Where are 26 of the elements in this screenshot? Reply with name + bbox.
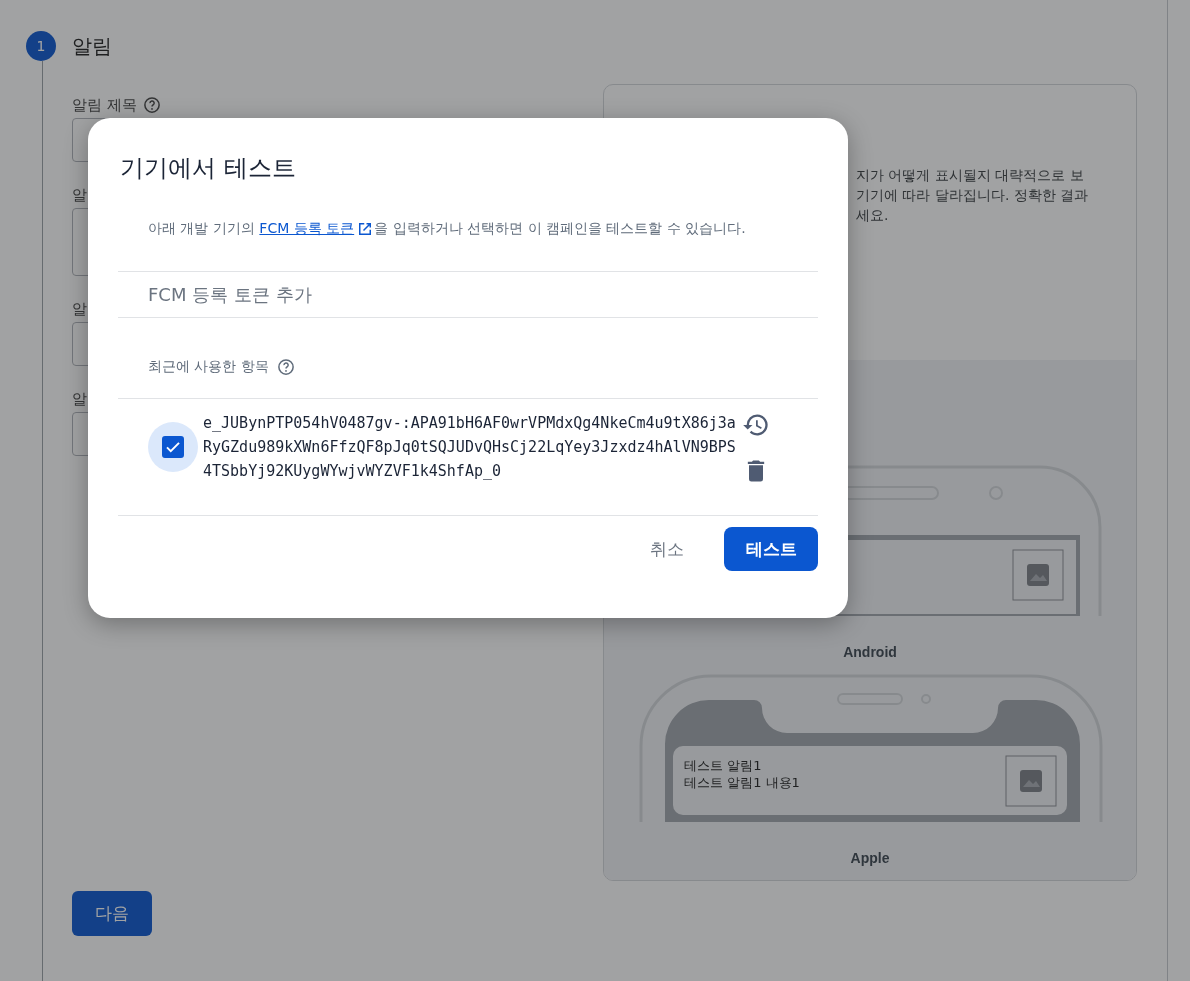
step-title: 알림 xyxy=(72,32,112,60)
dialog-description: 아래 개발 기기의 FCM 등록 토큰 을 입력하거나 선택하면 이 캠페인을 테스트할 수 있습니다. xyxy=(148,220,746,238)
preview-description: 지가 어떻게 표시될지 대략적으로 보 xyxy=(856,166,1085,185)
field-label: 알 xyxy=(72,299,87,319)
test-button[interactable]: 테스트 xyxy=(724,527,818,571)
token-text: e_JUBynPTP054hV0487gv-:APA91bH6AF0wrVPMdxQg4NkeCm4u9tX86j3a RyGZdu989kXWn6FfzQF8pJq0tSQJUDvQHsCj22LqYey3Jzxdz4hAlVN9BPS 4TSbbYj92KUygWYwjvWYZVF1k4ShfAp_0 xyxy=(203,413,737,482)
dialog-title: 기기에서 테스트 xyxy=(120,153,297,182)
next-button[interactable]: 다음 xyxy=(72,891,152,936)
image-icon xyxy=(1005,755,1057,807)
token-link[interactable]: FCM 등록 토큰 xyxy=(259,220,375,238)
field-label: 알 xyxy=(72,389,87,409)
image-icon xyxy=(1012,549,1064,601)
step-number: 1 xyxy=(26,31,56,61)
preview-description: 기기에 따라 달라집니다. 정확한 결과 xyxy=(856,186,1090,205)
notification-body: 테스트 알림1 내용1 xyxy=(684,775,800,790)
field-label: 알 xyxy=(72,185,87,205)
device-label: Android xyxy=(843,644,897,660)
cancel-button[interactable]: 취소 xyxy=(640,537,694,561)
token-checkbox[interactable] xyxy=(162,436,184,458)
help-icon[interactable] xyxy=(142,96,161,114)
preview-description: 세요. xyxy=(856,206,890,225)
field-label: 알림 제목 xyxy=(72,95,137,115)
notification-title: 테스트 알림1 xyxy=(684,758,762,773)
help-icon[interactable] xyxy=(276,358,295,376)
device-label: Apple xyxy=(850,850,890,866)
recent-label: 최근에 사용한 항목 xyxy=(148,358,269,376)
